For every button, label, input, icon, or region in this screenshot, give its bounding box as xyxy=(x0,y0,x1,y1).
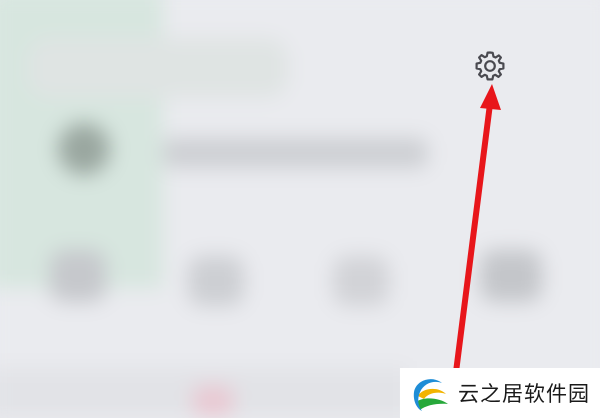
blurred-avatar xyxy=(58,123,110,175)
blurred-icon-4 xyxy=(480,250,542,302)
gear-icon xyxy=(475,51,505,81)
blurred-icon-1 xyxy=(50,250,106,302)
blurred-pink-item xyxy=(193,386,233,416)
watermark-text: 云之居软件园 xyxy=(458,382,590,406)
site-watermark: 云之居软件园 xyxy=(400,368,600,418)
blurred-name-line xyxy=(163,138,428,168)
blurred-top-band xyxy=(28,38,288,98)
blurred-app-background xyxy=(0,0,600,418)
app-screenshot: 云之居软件园 xyxy=(0,0,600,418)
blurred-icon-2 xyxy=(188,256,244,306)
settings-button[interactable] xyxy=(470,46,510,86)
blurred-icon-3 xyxy=(333,256,389,306)
swirl-logo-icon xyxy=(413,379,448,411)
